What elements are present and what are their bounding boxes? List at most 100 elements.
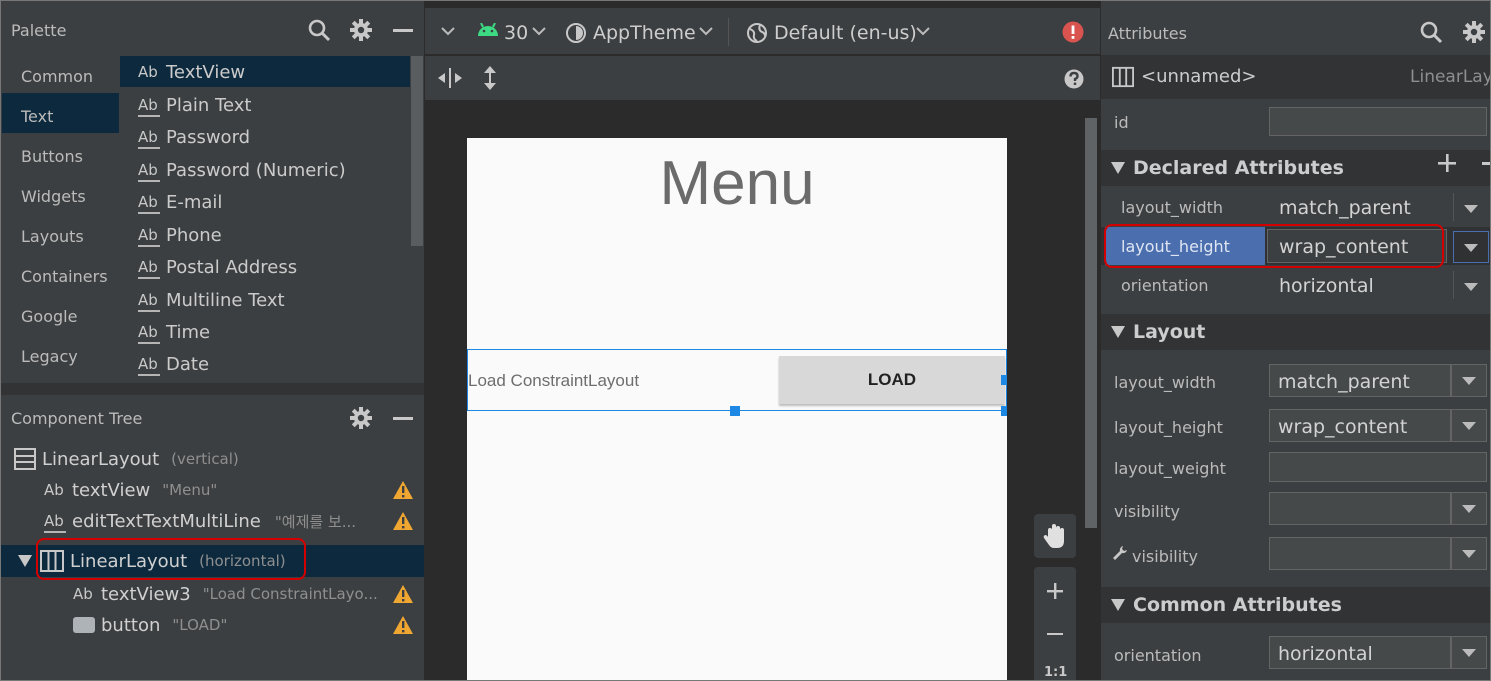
category-buttons[interactable]: Buttons (21, 147, 83, 166)
palette-item-postal-address[interactable]: Ab Postal Address (138, 251, 410, 283)
warning-icon[interactable] (392, 480, 414, 500)
dropdown-button[interactable] (1453, 231, 1489, 263)
design-surface: 30 AppTheme Default (en-us) Menu Load Co… (425, 0, 1100, 681)
resize-handle[interactable] (1001, 406, 1007, 416)
declared-attributes-header[interactable]: Declared Attributes (1101, 150, 1491, 186)
palette-item-date[interactable]: Ab Date (138, 348, 410, 380)
zoom-controls: 1:1 (1034, 567, 1076, 681)
warning-icon[interactable] (392, 615, 414, 635)
menu-textview[interactable]: Menu (467, 148, 1007, 219)
zoom-in-icon[interactable] (1047, 583, 1063, 599)
orientation-field[interactable]: horizontal (1269, 636, 1451, 669)
layout-width-field[interactable]: match_parent (1269, 364, 1451, 397)
declared-row-orientation[interactable]: orientation horizontal (1101, 266, 1491, 304)
locale-label[interactable]: Default (en-us) (774, 22, 917, 44)
chevron-down-icon[interactable] (916, 27, 930, 36)
category-containers[interactable]: Containers (21, 267, 108, 286)
palette-item-time[interactable]: Ab Time (138, 316, 410, 348)
linear-layout-vertical-icon (14, 448, 36, 470)
palette-item-email[interactable]: Ab E-mail (138, 186, 410, 218)
zoom-actual-size-button[interactable]: 1:1 (1044, 665, 1067, 680)
design-scrollbar[interactable] (1085, 118, 1097, 528)
tree-node-sub: (vertical) (171, 450, 239, 468)
expand-vertical-icon[interactable] (482, 66, 498, 90)
resize-handle[interactable] (1001, 375, 1007, 385)
dropdown-button[interactable] (1451, 492, 1487, 525)
remove-icon[interactable] (1482, 162, 1491, 165)
gear-icon[interactable] (349, 18, 373, 42)
warning-icon[interactable] (392, 584, 414, 604)
resize-handle[interactable] (730, 406, 740, 416)
category-legacy[interactable]: Legacy (21, 347, 78, 366)
minimize-icon[interactable] (393, 29, 413, 32)
gear-icon[interactable] (1462, 20, 1486, 44)
dropdown-button[interactable] (1451, 636, 1487, 669)
tree-node-label: editTextTextMultiLine (72, 510, 261, 532)
attr-label: orientation (1114, 646, 1202, 665)
panel-divider[interactable] (424, 0, 425, 681)
id-field[interactable] (1269, 107, 1487, 136)
chevron-down-icon[interactable] (441, 27, 455, 36)
category-common[interactable]: Common (21, 67, 93, 86)
dropdown-button[interactable] (1451, 409, 1487, 442)
theme-label[interactable]: AppTheme (593, 22, 696, 44)
add-icon[interactable] (1438, 154, 1456, 172)
load-button[interactable]: LOAD (779, 356, 1005, 404)
load-constraintlayout-textview[interactable]: Load ConstraintLayout (468, 371, 639, 391)
panel-divider[interactable] (1100, 0, 1101, 681)
error-icon[interactable] (1062, 21, 1084, 43)
help-icon[interactable] (1063, 68, 1085, 90)
expand-horizontal-icon[interactable] (437, 67, 463, 89)
layout-weight-field[interactable] (1269, 452, 1487, 482)
visibility-field[interactable] (1269, 492, 1451, 525)
category-text[interactable]: Text (21, 107, 53, 126)
zoom-out-icon[interactable] (1047, 633, 1063, 636)
tree-node-textview3[interactable]: Ab textView3 "Load ConstraintLayo... (73, 579, 424, 609)
palette-item-textview[interactable]: Ab TextView (138, 56, 410, 88)
dropdown-button[interactable] (1451, 537, 1487, 570)
palette-panel: Palette Common Text Buttons Widgets Layo… (0, 0, 424, 383)
tree-node-textview[interactable]: Ab textView "Menu" (44, 475, 424, 505)
palette-item-password-numeric[interactable]: Ab Password (Numeric) (138, 154, 410, 186)
ab-icon: Ab (138, 63, 158, 81)
ab-icon: Ab (138, 291, 166, 312)
device-preview[interactable]: Menu Load ConstraintLayout LOAD (467, 138, 1007, 681)
section-title: Layout (1133, 321, 1206, 343)
pan-tool-button[interactable] (1034, 514, 1076, 558)
expand-triangle-icon[interactable] (18, 555, 32, 567)
gear-icon[interactable] (349, 406, 373, 430)
attr-label: layout_height (1114, 418, 1223, 437)
palette-item-password[interactable]: Ab Password (138, 121, 410, 153)
palette-item-phone[interactable]: Ab Phone (138, 219, 410, 251)
tree-node-sub: "Load ConstraintLayo... (202, 585, 378, 603)
tree-node-button[interactable]: button "LOAD" (73, 610, 424, 640)
declared-row-layout-width[interactable]: layout_width match_parent (1101, 188, 1491, 226)
category-layouts[interactable]: Layouts (21, 227, 84, 246)
palette-item-plain-text[interactable]: Ab Plain Text (138, 89, 410, 121)
minimize-icon[interactable] (393, 417, 413, 420)
api-level-label[interactable]: 30 (504, 22, 528, 44)
category-google[interactable]: Google (21, 307, 77, 326)
annotation-red-box (1104, 224, 1444, 268)
chevron-down-icon[interactable] (532, 27, 546, 36)
palette-scrollbar[interactable] (411, 56, 423, 246)
category-widgets[interactable]: Widgets (21, 187, 86, 206)
tree-node-edittext[interactable]: Ab editTextTextMultiLine "예제를 보... (44, 506, 424, 536)
attr-value: wrap_content (1278, 416, 1408, 438)
search-icon[interactable] (307, 18, 331, 42)
dropdown-button[interactable] (1451, 364, 1487, 397)
layout-height-field[interactable]: wrap_content (1269, 409, 1451, 442)
layout-section-header[interactable]: Layout (1101, 314, 1491, 350)
search-icon[interactable] (1419, 20, 1443, 44)
wrench-icon (1112, 545, 1128, 561)
dropdown-button[interactable] (1453, 193, 1489, 221)
tools-visibility-field[interactable] (1269, 537, 1451, 570)
palette-item-label: Phone (166, 224, 222, 246)
warning-icon[interactable] (392, 511, 414, 531)
dropdown-button[interactable] (1453, 271, 1489, 299)
palette-item-multiline-text[interactable]: Ab Multiline Text (138, 284, 410, 316)
ab-icon: Ab (44, 481, 64, 499)
common-attributes-header[interactable]: Common Attributes (1101, 587, 1491, 623)
tree-node-linearlayout-vertical[interactable]: LinearLayout (vertical) (14, 444, 414, 474)
chevron-down-icon[interactable] (699, 27, 713, 36)
